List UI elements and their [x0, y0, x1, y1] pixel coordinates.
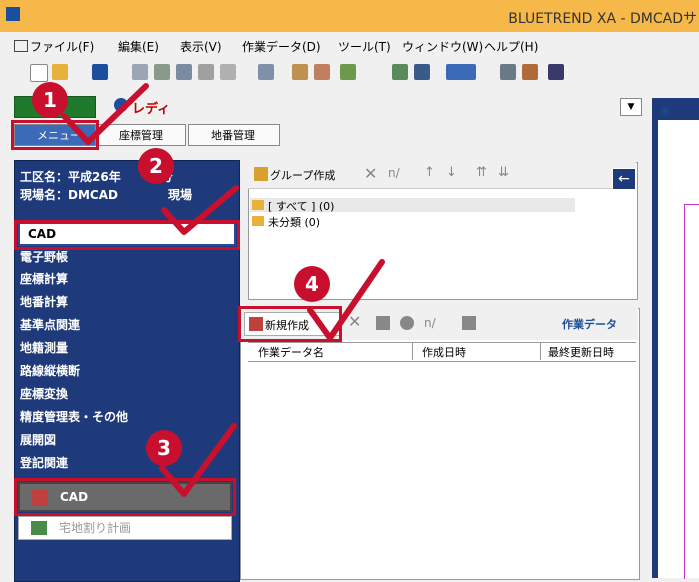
site-name: 現場名：DMCAD — [20, 188, 118, 202]
menu-help[interactable]: ヘルプ(H) — [484, 38, 538, 55]
tool-icon[interactable] — [258, 64, 274, 80]
zoom-icon[interactable]: ⊕ — [660, 104, 670, 118]
col-updated[interactable]: 最終更新日時 — [548, 344, 614, 360]
col-divider — [540, 342, 541, 360]
takuchi-item[interactable]: 宅地割り計画 — [18, 516, 232, 540]
view-select-icon[interactable] — [446, 64, 476, 80]
folder-icon — [252, 200, 264, 210]
takuchi-icon — [31, 521, 47, 535]
tab-lot-label: 地番管理 — [211, 129, 255, 142]
tree-item-uncategorized[interactable]: 未分類 (0) — [250, 214, 450, 229]
menu-item-tenkaizu[interactable]: 展開図 — [20, 431, 56, 448]
move-bottom-icon[interactable]: ⇊ — [498, 165, 509, 180]
step-marker-4: 4 — [294, 266, 330, 302]
app-icon — [6, 7, 20, 21]
menu-item-kijunten[interactable]: 基準点関連 — [20, 316, 80, 333]
preview-icon[interactable] — [132, 64, 148, 80]
menu-item-chiseki[interactable]: 地籍測量 — [20, 339, 68, 356]
title-bar: BLUETREND XA - DMCADサ — [0, 0, 699, 32]
tree-item-all[interactable]: [ すべて ] (0) — [250, 198, 575, 213]
menu-item-zahyo-henkan[interactable]: 座標変換 — [20, 385, 68, 402]
back-arrow-icon[interactable]: ← — [612, 168, 636, 190]
step-marker-1: 1 — [32, 82, 68, 118]
group-create-icon — [254, 167, 268, 181]
help-cursor-icon[interactable] — [548, 64, 564, 80]
point-icon[interactable] — [292, 64, 308, 80]
open-folder-icon[interactable] — [52, 64, 68, 80]
takuchi-label: 宅地割り計画 — [59, 521, 132, 535]
move-top-icon[interactable]: ⇈ — [476, 165, 487, 180]
tab-lot[interactable]: 地番管理 — [188, 124, 280, 146]
move-down-icon[interactable]: ↓ — [446, 165, 457, 180]
menu-item-rosen[interactable]: 路線縦横断 — [20, 362, 80, 379]
menu-item-zahyo-keisan[interactable]: 座標計算 — [20, 270, 68, 287]
point2-icon[interactable] — [314, 64, 330, 80]
check-icon — [61, 83, 149, 145]
delete-icon[interactable]: ✕ — [364, 164, 377, 183]
group-create-button[interactable]: グループ作成 — [270, 167, 335, 183]
col-name[interactable]: 作業データ名 — [258, 344, 324, 360]
folder-icon — [252, 216, 264, 226]
move-up-icon[interactable]: ↑ — [424, 165, 435, 180]
check-icon — [161, 185, 239, 235]
menu-file[interactable]: ファイル(F) — [30, 38, 94, 55]
properties-icon[interactable] — [462, 316, 476, 330]
book-icon — [14, 40, 28, 52]
col-divider — [412, 342, 413, 360]
chart-icon[interactable] — [392, 64, 408, 80]
step-marker-2: 2 — [138, 148, 174, 184]
data-panel-title: 作業データ — [562, 318, 617, 331]
menu-item-seido[interactable]: 精度管理表・その他 — [20, 408, 128, 425]
menu-workdata[interactable]: 作業データ(D) — [242, 38, 321, 55]
project-name: 工区名：平成26年 — [20, 170, 121, 184]
menu-item-chiban-keisan[interactable]: 地番計算 — [20, 293, 68, 310]
menu-edit[interactable]: 編集(E) — [118, 38, 159, 55]
drawing-frame — [684, 204, 699, 579]
menu-item-toki[interactable]: 登記関連 — [20, 454, 68, 471]
menu-view[interactable]: 表示(V) — [180, 38, 222, 55]
paste-data-icon[interactable] — [400, 316, 414, 330]
settings-icon[interactable] — [500, 64, 516, 80]
window-title: BLUETREND XA - DMCADサ — [508, 11, 697, 27]
copy-icon[interactable] — [154, 64, 170, 80]
menu-tools[interactable]: ツール(T) — [338, 38, 391, 55]
calendar-icon[interactable] — [522, 64, 538, 80]
dropdown-toggle[interactable]: ▼ — [620, 98, 642, 116]
pen-icon[interactable] — [340, 64, 356, 80]
print-icon[interactable] — [176, 64, 192, 80]
export-icon[interactable] — [198, 64, 214, 80]
menu-window[interactable]: ウィンドウ(W) — [402, 38, 483, 55]
group-toolbar: グループ作成 ✕ n/ ↑ ↓ ⇈ ⇊ — [248, 162, 636, 189]
menu-item-denshi[interactable]: 電子野帳 — [20, 248, 68, 265]
rename-icon[interactable]: n/ — [388, 166, 400, 180]
col-created[interactable]: 作成日時 — [422, 344, 466, 360]
grid-icon[interactable] — [414, 64, 430, 80]
rename-data-icon[interactable]: n/ — [424, 316, 436, 330]
new-file-icon[interactable] — [30, 64, 48, 82]
step-marker-3: 3 — [146, 430, 182, 466]
save-icon[interactable] — [92, 64, 108, 80]
import-icon[interactable] — [220, 64, 236, 80]
